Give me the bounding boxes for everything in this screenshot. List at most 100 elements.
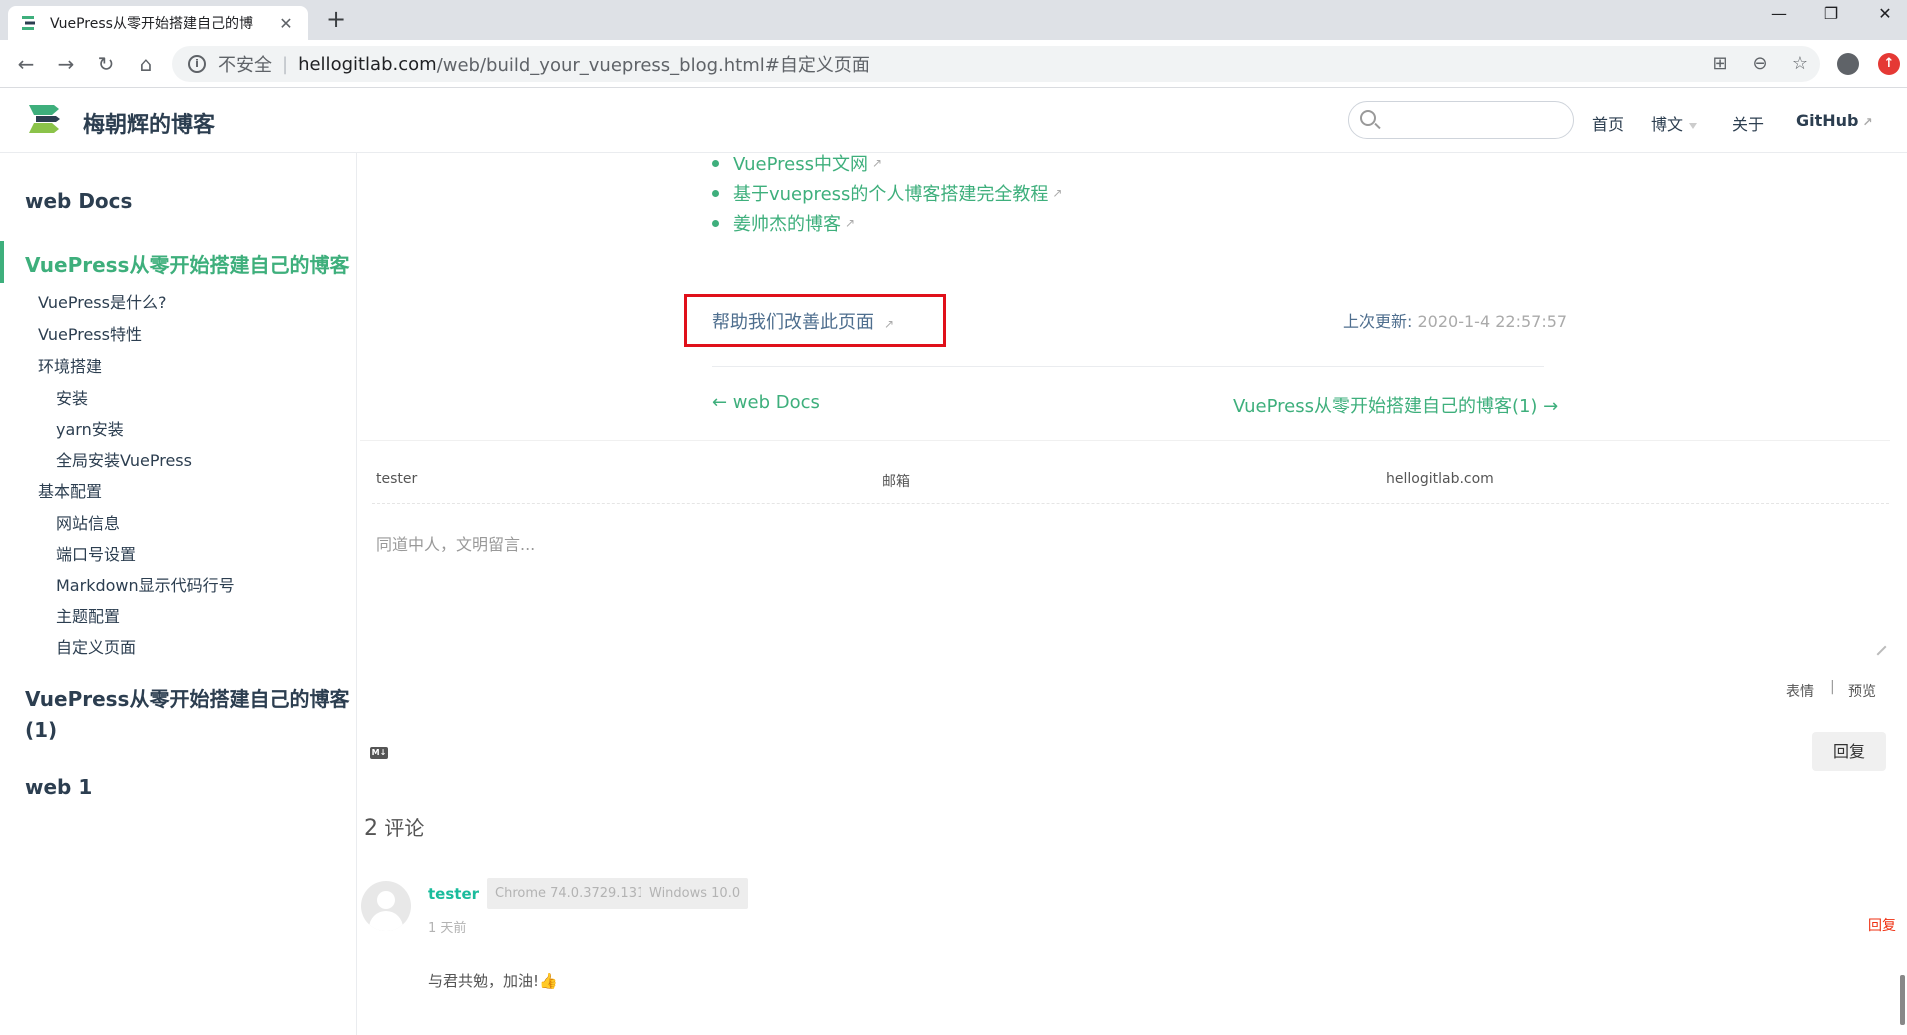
preview-button[interactable]: 预览 <box>1848 681 1876 701</box>
list-item[interactable]: 基于vuepress的个人博客搭建完全教程 ↗ <box>712 178 1062 208</box>
sidebar-group-label: VuePress从零开始搭建自己的博客 <box>25 687 350 711</box>
site-favicon-icon <box>22 16 35 30</box>
sidebar-subitem[interactable]: 网站信息 <box>56 510 120 534</box>
tab-title: VuePress从零开始搭建自己的博 <box>50 16 253 32</box>
avatar <box>361 881 411 931</box>
home-button[interactable]: ⌂ <box>132 50 160 78</box>
extension-icon[interactable]: ↑ <box>1878 53 1900 75</box>
comment-form: tester 邮箱 hellogitlab.com 同道中人，文明留言... 表… <box>360 440 1890 780</box>
tool-separator: | <box>1830 679 1835 695</box>
scrollbar-thumb[interactable] <box>1900 975 1905 1025</box>
sidebar-subitem[interactable]: yarn安装 <box>56 416 124 440</box>
browser-tabbar: VuePress从零开始搭建自己的博 ✕ + — ❐ ✕ <box>0 0 1907 40</box>
url-host: hellogitlab.com <box>298 53 437 75</box>
site-info-icon[interactable]: i <box>188 55 206 73</box>
comment-textarea[interactable]: 同道中人，文明留言... <box>376 531 535 555</box>
nav-posts-dropdown[interactable]: 博文 <box>1651 111 1698 135</box>
nav-home-link[interactable]: 首页 <box>1592 111 1624 135</box>
nav-posts-label: 博文 <box>1651 115 1684 134</box>
comment-time: 1 天前 <box>428 921 467 936</box>
nav-github-link[interactable]: GitHub ↗ <box>1796 111 1873 130</box>
tab-close-icon[interactable]: ✕ <box>276 14 296 33</box>
list-item[interactable]: VuePress中文网 ↗ <box>712 148 1062 178</box>
reference-link[interactable]: 基于vuepress的个人博客搭建完全教程 <box>733 180 1048 206</box>
sidebar-group-label: (1) <box>25 718 58 742</box>
external-link-icon: ↗ <box>845 216 856 230</box>
search-icon <box>1360 110 1376 126</box>
sidebar: web Docs VuePress从零开始搭建自己的博客 VuePress是什么… <box>0 153 357 1035</box>
sidebar-subitem[interactable]: 端口号设置 <box>56 541 136 565</box>
site-navbar: 梅朝辉的博客 首页 博文 关于 GitHub ↗ <box>0 89 1907 153</box>
nav-about-link[interactable]: 关于 <box>1732 111 1764 135</box>
edit-page-label: 帮助我们改善此页面 <box>712 312 874 333</box>
window-close-button[interactable]: ✕ <box>1870 4 1900 23</box>
site-logo-icon[interactable] <box>26 101 62 137</box>
next-page-link[interactable]: VuePress从零开始搭建自己的博客(1) → <box>1233 392 1558 418</box>
url-path: /web/build_your_vuepress_blog.html#自定义页面 <box>436 55 870 76</box>
zoom-icon[interactable]: ⊖ <box>1748 52 1772 76</box>
markdown-icon[interactable]: M↓ <box>370 747 388 759</box>
sidebar-item[interactable]: VuePress特性 <box>38 321 142 345</box>
translate-icon[interactable]: ⊞ <box>1708 52 1732 76</box>
sidebar-group-vuepress-blog-1[interactable]: VuePress从零开始搭建自己的博客 (1) <box>25 683 349 742</box>
browser-badge: Chrome 74.0.3729.131 <box>487 878 654 909</box>
sidebar-subitem[interactable]: Markdown显示代码行号 <box>56 572 235 596</box>
list-item[interactable]: 姜帅杰的博客 ↗ <box>712 208 1062 238</box>
url-separator: | <box>282 53 289 75</box>
os-badge: Windows 10.0 <box>641 878 749 909</box>
browser-toolbar: ← → ↻ ⌂ i 不安全 | hellogitlab.com /web/bui… <box>0 40 1907 88</box>
last-updated-value: 2020-1-4 22:57:57 <box>1417 312 1568 331</box>
resize-handle-icon[interactable] <box>1869 638 1887 656</box>
sidebar-subitem[interactable]: 主题配置 <box>56 603 120 627</box>
last-updated-label: 上次更新: <box>1343 312 1413 331</box>
forward-button[interactable]: → <box>52 50 80 78</box>
comment-content: 与君共勉，加油!👍 <box>428 972 558 990</box>
maximize-button[interactable]: ❐ <box>1816 4 1846 23</box>
external-link-icon: ↗ <box>884 317 895 331</box>
submit-comment-button[interactable]: 回复 <box>1812 732 1886 771</box>
nav-github-label: GitHub <box>1796 111 1859 130</box>
reload-button[interactable]: ↻ <box>92 50 120 78</box>
comment-count-number: 2 <box>364 816 378 841</box>
nickname-field[interactable]: tester <box>376 471 417 487</box>
back-button[interactable]: ← <box>12 50 40 78</box>
sidebar-group-web-docs[interactable]: web Docs <box>25 189 132 213</box>
sidebar-item[interactable]: 环境搭建 <box>38 353 102 377</box>
reference-link[interactable]: 姜帅杰的博客 <box>733 210 841 236</box>
chevron-down-icon <box>1689 122 1698 129</box>
external-link-icon: ↗ <box>1052 186 1063 200</box>
edit-page-link[interactable]: 帮助我们改善此页面 ↗ <box>712 308 894 334</box>
prev-page-link[interactable]: ← web Docs <box>712 392 820 413</box>
sidebar-item[interactable]: 基本配置 <box>38 478 102 502</box>
email-field[interactable]: 邮箱 <box>882 471 910 491</box>
address-bar[interactable]: i 不安全 | hellogitlab.com /web/build_your_… <box>172 46 1820 82</box>
sidebar-group-web-1[interactable]: web 1 <box>25 775 92 799</box>
website-field[interactable]: hellogitlab.com <box>1386 471 1494 487</box>
insecure-label: 不安全 <box>218 55 272 76</box>
sidebar-subitem[interactable]: 安装 <box>56 385 88 409</box>
reference-links: VuePress中文网 ↗ 基于vuepress的个人博客搭建完全教程 ↗ 姜帅杰的… <box>712 148 1062 238</box>
comment-author[interactable]: tester <box>428 885 479 903</box>
bookmark-star-icon[interactable]: ☆ <box>1788 52 1812 76</box>
scrollbar[interactable] <box>1896 154 1907 1035</box>
browser-tab[interactable]: VuePress从零开始搭建自己的博 ✕ <box>8 6 308 40</box>
sidebar-subitem[interactable]: 全局安装VuePress <box>56 447 192 471</box>
divider <box>372 503 1889 504</box>
comment-count: 2 评论 <box>364 812 424 841</box>
new-tab-button[interactable]: + <box>322 6 350 34</box>
reply-link[interactable]: 回复 <box>1868 915 1896 935</box>
minimize-button[interactable]: — <box>1764 4 1794 23</box>
sidebar-active-indicator <box>0 241 4 283</box>
sidebar-subitem[interactable]: 自定义页面 <box>56 634 136 658</box>
search-input[interactable] <box>1348 101 1574 139</box>
profile-avatar-icon[interactable] <box>1837 53 1859 75</box>
sidebar-group-vuepress-blog[interactable]: VuePress从零开始搭建自己的博客 <box>25 249 349 278</box>
emoji-button[interactable]: 表情 <box>1786 681 1814 701</box>
last-updated: 上次更新: 2020-1-4 22:57:57 <box>1343 308 1567 332</box>
divider <box>712 366 1544 367</box>
reference-link[interactable]: VuePress中文网 <box>733 150 868 176</box>
site-title[interactable]: 梅朝辉的博客 <box>83 107 215 139</box>
external-link-icon: ↗ <box>1862 115 1873 129</box>
sidebar-item[interactable]: VuePress是什么? <box>38 289 166 313</box>
external-link-icon: ↗ <box>871 156 883 170</box>
